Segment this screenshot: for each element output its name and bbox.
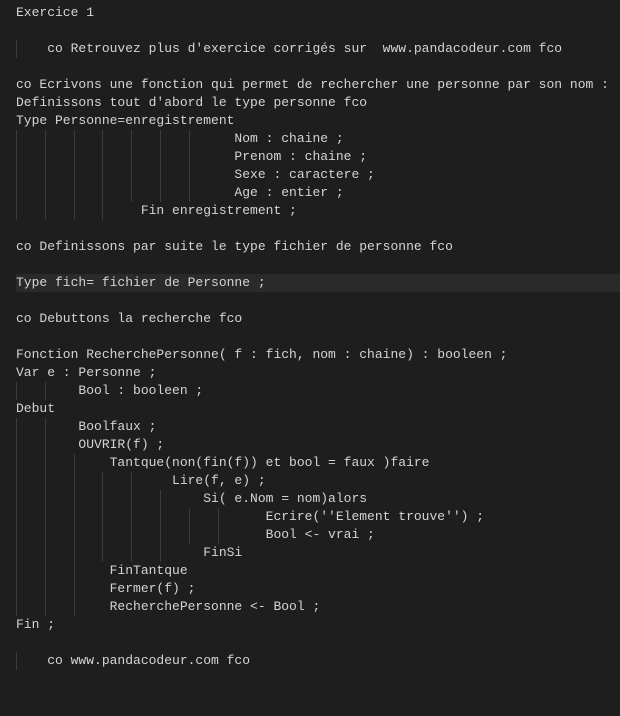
code-text: co Ecrivons une fonction qui permet de r…	[16, 76, 609, 94]
code-line: Si( e.Nom = nom)alors	[16, 490, 620, 508]
code-line: co Definissons par suite le type fichier…	[16, 238, 620, 256]
code-text: Definissons tout d'abord le type personn…	[16, 94, 367, 112]
code-text: Fermer(f) ;	[16, 580, 195, 598]
code-editor: Exercice 1 co Retrouvez plus d'exercice …	[0, 0, 620, 674]
code-line: co Ecrivons une fonction qui permet de r…	[16, 76, 620, 94]
code-line: Age : entier ;	[16, 184, 620, 202]
code-text: Tantque(non(fin(f)) et bool = faux )fair…	[16, 454, 429, 472]
code-text: co www.pandacodeur.com fco	[16, 652, 250, 670]
code-line	[16, 256, 620, 274]
code-line: Ecrire(''Element trouve'') ;	[16, 508, 620, 526]
code-line: Nom : chaine ;	[16, 130, 620, 148]
code-text: Ecrire(''Element trouve'') ;	[16, 508, 484, 526]
code-text: Age : entier ;	[16, 184, 344, 202]
code-line	[16, 22, 620, 40]
code-line: co Debuttons la recherche fco	[16, 310, 620, 328]
code-line: Fin ;	[16, 616, 620, 634]
code-text: Nom : chaine ;	[16, 130, 344, 148]
code-text: FinTantque	[16, 562, 188, 580]
code-line: Type Personne=enregistrement	[16, 112, 620, 130]
code-line: Type fich= fichier de Personne ;	[16, 274, 620, 292]
code-text: Si( e.Nom = nom)alors	[16, 490, 367, 508]
code-line: Boolfaux ;	[16, 418, 620, 436]
code-line: Bool <- vrai ;	[16, 526, 620, 544]
code-line: Prenom : chaine ;	[16, 148, 620, 166]
code-line: Tantque(non(fin(f)) et bool = faux )fair…	[16, 454, 620, 472]
code-line: Lire(f, e) ;	[16, 472, 620, 490]
code-text: Bool <- vrai ;	[16, 526, 375, 544]
code-line	[16, 220, 620, 238]
code-line	[16, 292, 620, 310]
code-line: FinSi	[16, 544, 620, 562]
code-line: RecherchePersonne <- Bool ;	[16, 598, 620, 616]
code-line: Fonction RecherchePersonne( f : fich, no…	[16, 346, 620, 364]
code-line	[16, 328, 620, 346]
code-text: Fin enregistrement ;	[16, 202, 297, 220]
code-line: FinTantque	[16, 562, 620, 580]
code-text: Prenom : chaine ;	[16, 148, 367, 166]
code-line: Definissons tout d'abord le type personn…	[16, 94, 620, 112]
code-text: OUVRIR(f) ;	[16, 436, 164, 454]
code-line: Var e : Personne ;	[16, 364, 620, 382]
code-text: Exercice 1	[16, 4, 94, 22]
code-line: Bool : booleen ;	[16, 382, 620, 400]
code-line	[16, 634, 620, 652]
code-text: co Retrouvez plus d'exercice corrigés su…	[16, 40, 562, 58]
code-line: Sexe : caractere ;	[16, 166, 620, 184]
code-text: Var e : Personne ;	[16, 364, 156, 382]
code-text: Fin ;	[16, 616, 55, 634]
code-text: Lire(f, e) ;	[16, 472, 266, 490]
code-line: co Retrouvez plus d'exercice corrigés su…	[16, 40, 620, 58]
code-text: RecherchePersonne <- Bool ;	[16, 598, 320, 616]
code-line	[16, 58, 620, 76]
code-line: OUVRIR(f) ;	[16, 436, 620, 454]
code-line: Fermer(f) ;	[16, 580, 620, 598]
code-text: Boolfaux ;	[16, 418, 156, 436]
code-text: Fonction RecherchePersonne( f : fich, no…	[16, 346, 507, 364]
code-text: Sexe : caractere ;	[16, 166, 375, 184]
code-text: Debut	[16, 400, 55, 418]
code-text: Type Personne=enregistrement	[16, 112, 234, 130]
code-line: Exercice 1	[16, 4, 620, 22]
code-line: co www.pandacodeur.com fco	[16, 652, 620, 670]
code-text: Type fich= fichier de Personne ;	[16, 274, 266, 292]
code-text: co Definissons par suite le type fichier…	[16, 238, 453, 256]
code-line: Fin enregistrement ;	[16, 202, 620, 220]
code-text: Bool : booleen ;	[16, 382, 203, 400]
code-text: co Debuttons la recherche fco	[16, 310, 242, 328]
code-line: Debut	[16, 400, 620, 418]
code-text: FinSi	[16, 544, 242, 562]
